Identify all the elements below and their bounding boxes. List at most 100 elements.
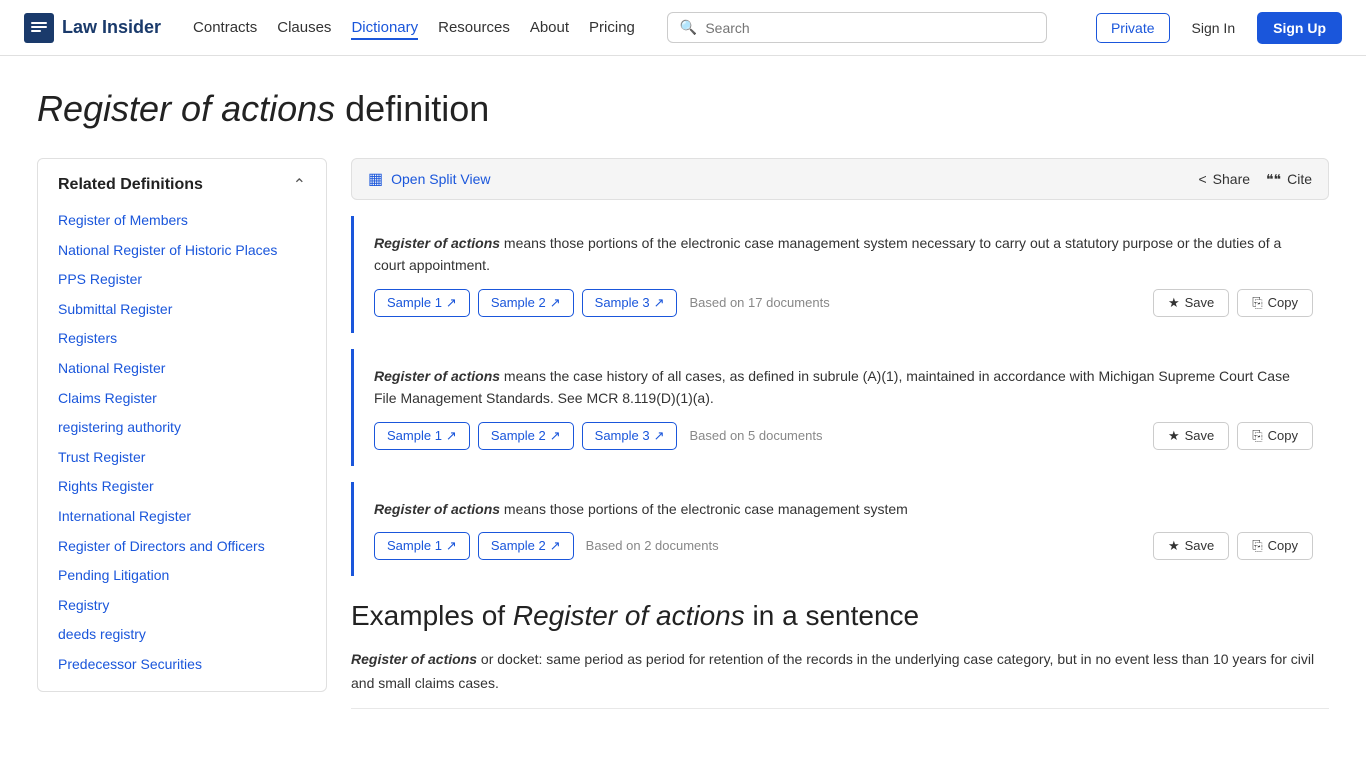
sidebar-link-registers[interactable]: Registers [58,329,306,349]
sidebar-link-trust-register[interactable]: Trust Register [58,448,306,468]
sidebar-link-rights-register[interactable]: Rights Register [58,477,306,497]
external-link-icon-3b: ↗ [550,538,561,554]
share-button[interactable]: < Share [1198,171,1250,187]
content-layout: Related Definitions ⌃ Register of Member… [37,158,1329,709]
external-link-icon-2b: ↗ [550,428,561,444]
sidebar-link-national-register-historic[interactable]: National Register of Historic Places [58,241,306,261]
sample3-btn-2[interactable]: Sample 3 ↗ [582,422,678,450]
nav-pricing[interactable]: Pricing [589,15,635,40]
copy-icon-3: ⎘ [1252,538,1262,554]
brand-logo[interactable]: Law Insider [24,13,161,43]
doc-count-2: Based on 5 documents [689,428,1144,443]
sidebar-link-registry[interactable]: Registry [58,596,306,616]
sidebar-header: Related Definitions ⌃ [58,175,306,195]
example-term-1: Register of actions [351,651,477,667]
nav-dictionary[interactable]: Dictionary [351,15,418,40]
open-split-view-button[interactable]: ▦ Open Split View [368,169,490,189]
save-button-3[interactable]: ★ Save [1153,532,1229,560]
save-label-1: Save [1185,295,1215,310]
share-icon: < [1198,171,1206,187]
definition-actions-2: Sample 1 ↗ Sample 2 ↗ Sample 3 ↗ Based o… [374,422,1313,450]
nav-links: Contracts Clauses Dictionary Resources A… [193,15,635,40]
definition-body-3: means those portions of the electronic c… [500,501,908,517]
nav-resources[interactable]: Resources [438,15,510,40]
page-title-rest: definition [335,88,489,129]
sample2-btn-2[interactable]: Sample 2 ↗ [478,422,574,450]
toolbar-right: < Share ❝❝ Cite [1198,171,1312,188]
example-item-1: Register of actions or docket: same peri… [351,648,1329,709]
cite-label: Cite [1287,171,1312,187]
sidebar-link-pps-register[interactable]: PPS Register [58,270,306,290]
page-title-italic: Register of actions [37,88,335,129]
sidebar-link-international-register[interactable]: International Register [58,507,306,527]
definition-text-2: Register of actions means the case histo… [374,365,1313,410]
definition-actions-1: Sample 1 ↗ Sample 2 ↗ Sample 3 ↗ Based o… [374,289,1313,317]
cite-button[interactable]: ❝❝ Cite [1266,171,1312,188]
examples-title-prefix: Examples of [351,600,513,631]
sidebar-link-deeds-registry[interactable]: deeds registry [58,625,306,645]
private-button[interactable]: Private [1096,13,1170,43]
share-label: Share [1213,171,1250,187]
main-content: ▦ Open Split View < Share ❝❝ Cite [351,158,1329,709]
external-link-icon-3a: ↗ [446,538,457,554]
chevron-up-icon[interactable]: ⌃ [293,175,306,195]
external-link-icon-1c: ↗ [654,295,665,311]
sidebar-link-register-directors[interactable]: Register of Directors and Officers [58,537,306,557]
search-box: 🔍 [667,12,1047,43]
copy-button-3[interactable]: ⎘ Copy [1237,532,1313,560]
sample1-btn-1[interactable]: Sample 1 ↗ [374,289,470,317]
sample3-btn-1[interactable]: Sample 3 ↗ [582,289,678,317]
save-label-2: Save [1185,428,1215,443]
signin-button[interactable]: Sign In [1182,14,1246,42]
sidebar-link-predecessor-securities[interactable]: Predecessor Securities [58,655,306,675]
split-view-label: Open Split View [391,171,490,187]
nav-contracts[interactable]: Contracts [193,15,257,40]
brand-icon [24,13,54,43]
sidebar-links: Register of Members National Register of… [58,211,306,675]
navbar: Law Insider Contracts Clauses Dictionary… [0,0,1366,56]
sidebar-link-submittal-register[interactable]: Submittal Register [58,300,306,320]
sample2-btn-1[interactable]: Sample 2 ↗ [478,289,574,317]
page-container: Register of actions definition Related D… [13,56,1353,709]
nav-right: Private Sign In Sign Up [1096,12,1342,44]
doc-count-1: Based on 17 documents [689,295,1144,310]
sample1-label-3: Sample 1 [387,538,442,553]
sample1-label-2: Sample 1 [387,428,442,443]
definition-term-2: Register of actions [374,368,500,384]
definition-text-3: Register of actions means those portions… [374,498,1313,520]
sample1-btn-3[interactable]: Sample 1 ↗ [374,532,470,560]
copy-label-1: Copy [1268,295,1298,310]
definition-card-2: Register of actions means the case histo… [351,349,1329,466]
external-link-icon-1a: ↗ [446,295,457,311]
cite-icon: ❝❝ [1266,171,1281,188]
star-icon-2: ★ [1168,428,1180,444]
external-link-icon-2c: ↗ [654,428,665,444]
sidebar-link-national-register[interactable]: National Register [58,359,306,379]
definition-card-3: Register of actions means those portions… [351,482,1329,576]
save-button-2[interactable]: ★ Save [1153,422,1229,450]
sidebar-link-pending-litigation[interactable]: Pending Litigation [58,566,306,586]
external-link-icon-1b: ↗ [550,295,561,311]
definition-term-3: Register of actions [374,501,500,517]
copy-label-3: Copy [1268,538,1298,553]
examples-title-suffix: in a sentence [745,600,919,631]
copy-button-2[interactable]: ⎘ Copy [1237,422,1313,450]
sidebar-link-claims-register[interactable]: Claims Register [58,389,306,409]
search-input[interactable] [705,20,1034,36]
nav-clauses[interactable]: Clauses [277,15,331,40]
sample2-label-3: Sample 2 [491,538,546,553]
sidebar-link-registering-authority[interactable]: registering authority [58,418,306,438]
example-body-1: or docket: same period as period for ret… [351,651,1314,691]
definition-text-1: Register of actions means those portions… [374,232,1313,277]
save-button-1[interactable]: ★ Save [1153,289,1229,317]
sample1-btn-2[interactable]: Sample 1 ↗ [374,422,470,450]
signup-button[interactable]: Sign Up [1257,12,1342,44]
definition-term-1: Register of actions [374,235,500,251]
definition-card-1: Register of actions means those portions… [351,216,1329,333]
search-wrapper: 🔍 [667,12,1047,43]
sidebar-link-register-members[interactable]: Register of Members [58,211,306,231]
nav-about[interactable]: About [530,15,569,40]
copy-button-1[interactable]: ⎘ Copy [1237,289,1313,317]
sample2-btn-3[interactable]: Sample 2 ↗ [478,532,574,560]
doc-count-3: Based on 2 documents [586,538,1145,553]
